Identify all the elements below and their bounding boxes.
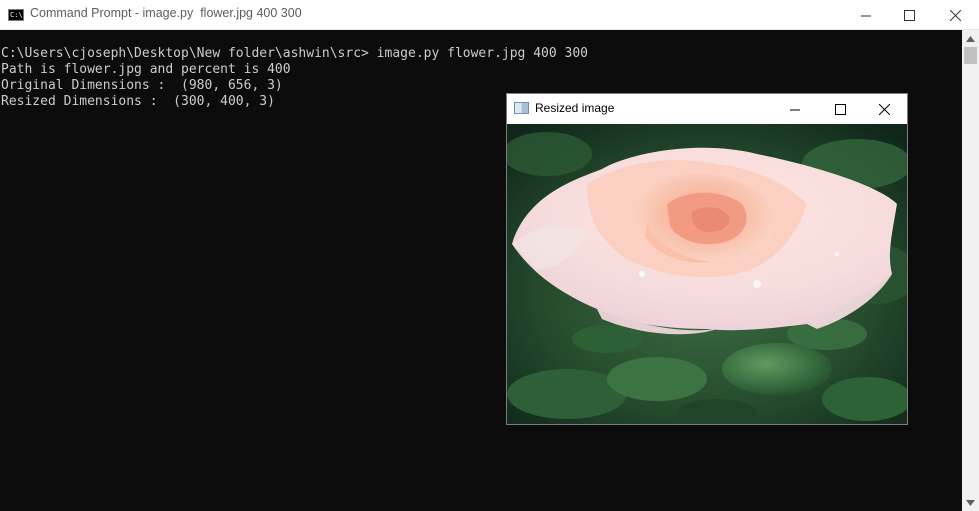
resized-image-window: Resized image bbox=[506, 93, 908, 425]
close-button[interactable] bbox=[932, 0, 978, 30]
command-prompt-titlebar[interactable]: C:\ Command Prompt - image.py flower.jpg… bbox=[0, 0, 979, 30]
command-prompt-app-icon[interactable]: C:\ bbox=[8, 9, 24, 21]
console-line-command: C:\Users\cjoseph\Desktop\New folder\ashw… bbox=[1, 46, 588, 61]
scroll-down-button[interactable] bbox=[962, 494, 979, 511]
scrollbar-thumb[interactable] bbox=[964, 47, 977, 64]
minimize-icon bbox=[789, 109, 800, 110]
image-minimize-button[interactable] bbox=[772, 94, 818, 124]
image-window-app-icon[interactable] bbox=[514, 102, 529, 114]
console-line-resized-dimensions: Resized Dimensions : (300, 400, 3) bbox=[1, 94, 275, 109]
rose-photo-illustration bbox=[507, 124, 907, 424]
scroll-up-button[interactable] bbox=[962, 30, 979, 47]
chevron-up-icon bbox=[966, 35, 975, 42]
window-title: Command Prompt - image.py flower.jpg 400… bbox=[30, 6, 302, 20]
rose-image bbox=[507, 124, 907, 424]
minimize-button[interactable] bbox=[843, 0, 889, 30]
maximize-icon bbox=[834, 103, 846, 115]
close-icon bbox=[949, 9, 961, 21]
image-window-title: Resized image bbox=[535, 101, 615, 115]
vertical-scrollbar[interactable] bbox=[962, 30, 979, 511]
close-icon bbox=[878, 103, 890, 115]
image-close-button[interactable] bbox=[861, 94, 907, 124]
console-line-original-dimensions: Original Dimensions : (980, 656, 3) bbox=[1, 78, 283, 93]
console-line-path: Path is flower.jpg and percent is 400 bbox=[1, 62, 291, 77]
chevron-down-icon bbox=[966, 499, 975, 506]
image-maximize-button[interactable] bbox=[817, 94, 863, 124]
minimize-icon bbox=[860, 15, 871, 16]
resized-image-titlebar[interactable]: Resized image bbox=[507, 94, 907, 124]
maximize-button[interactable] bbox=[886, 0, 932, 30]
maximize-icon bbox=[903, 9, 915, 21]
